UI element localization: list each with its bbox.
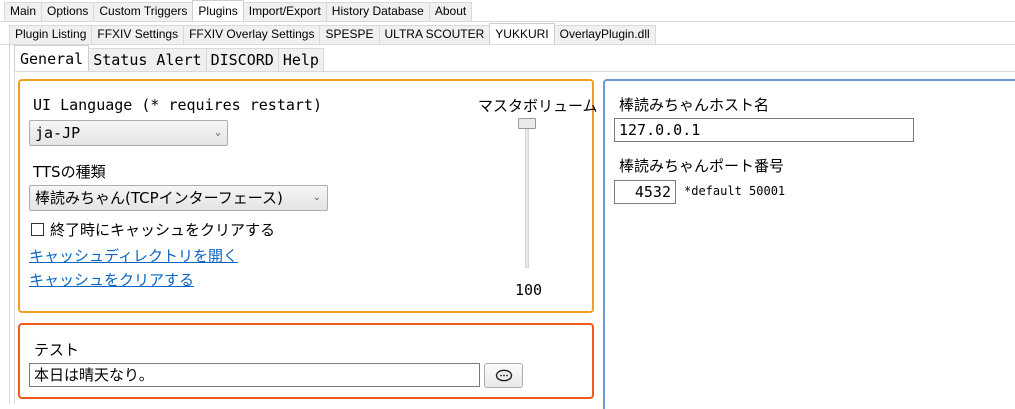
tts-value: 棒読みちゃん(TCPインターフェース) [35, 189, 283, 207]
tab-custom-triggers[interactable]: Custom Triggers [93, 2, 194, 21]
chevron-down-icon: ⌄ [214, 127, 221, 138]
plugin-tab-divider [0, 44, 1015, 45]
tts-label: TTSの種類 [33, 163, 106, 181]
port-default-note: *default 50001 [684, 184, 786, 198]
plugin-tab-ultra-scouter[interactable]: ULTRA SCOUTER [378, 25, 491, 44]
tab-plugins[interactable]: Plugins [192, 0, 244, 19]
test-panel: テスト 本日は晴天なり。 [18, 323, 594, 399]
clear-cache-on-exit-checkbox[interactable] [31, 223, 44, 236]
test-label: テスト [34, 341, 80, 359]
plugin-tab-ffxiv-overlay-settings[interactable]: FFXIV Overlay Settings [183, 25, 321, 44]
chevron-down-icon: ⌄ [312, 192, 321, 203]
plugin-tab-overlayplugin-dll[interactable]: OverlayPlugin.dll [553, 25, 656, 44]
host-panel: 棒読みちゃんホスト名 127.0.0.1 棒読みちゃんポート番号 4532 *d… [603, 79, 1015, 409]
tts-select[interactable]: 棒読みちゃん(TCPインターフェース) ⌄ [29, 185, 328, 211]
host-input[interactable]: 127.0.0.1 [614, 118, 914, 142]
tab-import-export[interactable]: Import/Export [242, 2, 327, 21]
plugin-tab-spespe[interactable]: SPESPE [319, 25, 380, 44]
plugin-tab-yukkuri[interactable]: YUKKURI [489, 23, 555, 45]
tab-about[interactable]: About [428, 2, 473, 21]
port-input[interactable]: 4532 [614, 180, 676, 204]
main-tab-divider [0, 21, 1015, 22]
speak-button[interactable] [484, 363, 523, 388]
yukkuri-tab-status-alert[interactable]: Status Alert [88, 48, 207, 71]
yukkuri-tab-general[interactable]: General [14, 45, 90, 71]
main-tab-bar: Main Options Custom Triggers Plugins Import/… [4, 0, 473, 21]
ui-language-select[interactable]: ja-JP ⌄ [29, 120, 228, 146]
master-volume-slider[interactable] [525, 122, 529, 268]
tab-main[interactable]: Main [4, 2, 43, 21]
ui-language-value: ja-JP [35, 124, 81, 142]
plugin-tab-plugin-listing[interactable]: Plugin Listing [9, 25, 93, 44]
tab-options[interactable]: Options [41, 2, 95, 21]
plugin-panel-left-edge [9, 44, 10, 404]
clear-cache-link[interactable]: キャッシュをクリアする [29, 269, 194, 290]
port-label: 棒読みちゃんポート番号 [619, 157, 785, 175]
settings-panel: UI Language (* requires restart) ja-JP ⌄… [18, 79, 598, 313]
yukkuri-panel-left-edge [14, 71, 15, 404]
yukkuri-tab-divider [14, 71, 1015, 72]
yukkuri-tab-help[interactable]: Help [277, 48, 324, 71]
clear-cache-on-exit-label: 終了時にキャッシュをクリアする [50, 221, 276, 239]
test-text-input[interactable]: 本日は晴天なり。 [29, 363, 480, 387]
open-cache-dir-link[interactable]: キャッシュディレクトリを開く [29, 245, 238, 266]
yukkuri-tab-discord[interactable]: DISCORD [205, 48, 279, 71]
master-volume-thumb[interactable] [518, 118, 536, 129]
speech-bubble-icon [495, 369, 512, 381]
master-volume-label: マスタボリューム [478, 97, 598, 115]
ui-language-label: UI Language (* requires restart) [33, 96, 322, 114]
plugin-tab-ffxiv-settings[interactable]: FFXIV Settings [91, 25, 185, 44]
master-volume-value: 100 [515, 281, 543, 299]
host-label: 棒読みちゃんホスト名 [619, 96, 770, 114]
tab-history-database[interactable]: History Database [325, 2, 430, 21]
